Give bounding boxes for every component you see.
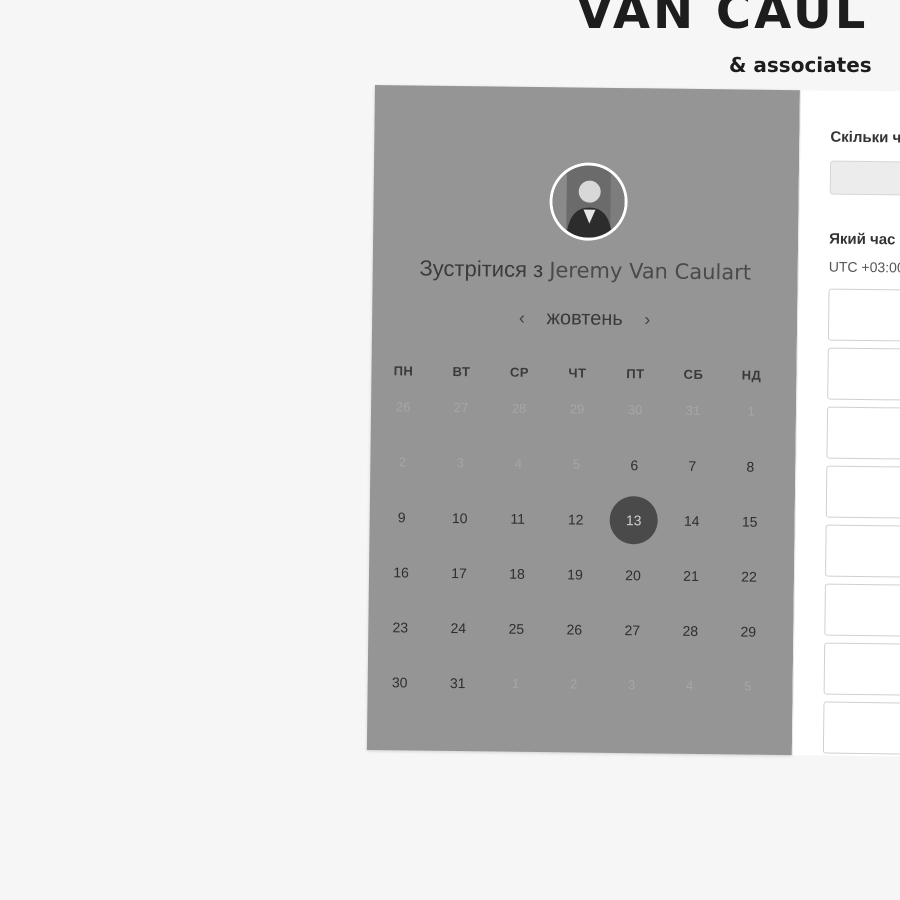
calendar-day: 5 [743, 678, 752, 694]
calendar-day: 5 [572, 456, 581, 472]
calendar-day: 3 [627, 677, 636, 693]
calendar-day[interactable]: 8 [726, 442, 775, 491]
meeting-title-prefix: Зустрітися з [419, 255, 544, 283]
calendar-day: 3 [456, 455, 465, 471]
calendar-day[interactable]: 11 [493, 494, 542, 543]
calendar-day[interactable]: 12 [551, 495, 600, 544]
calendar-day[interactable]: 30 [375, 658, 424, 707]
calendar-day: 2 [398, 454, 407, 470]
calendar-day: 28 [511, 400, 527, 416]
duration-question: Скільки ч [830, 128, 900, 147]
calendar-day[interactable]: 9 [377, 493, 426, 542]
calendar-grid: 26 27 28 29 30 31 1 2 3 4 5 6 7 8 9 10 11 12 13 14 15 16 17 18 1… [367, 399, 791, 752]
calendar-day[interactable]: 18 [493, 549, 542, 598]
calendar-day[interactable]: 15 [725, 497, 774, 546]
calendar-day[interactable]: 14 [667, 497, 716, 546]
calendar-day[interactable]: 21 [667, 552, 716, 601]
weekday-label: СБ [683, 366, 704, 383]
current-month: жовтень [546, 307, 623, 331]
time-slot[interactable] [826, 406, 900, 461]
calendar-day[interactable]: 29 [724, 607, 773, 656]
calendar-day[interactable]: 23 [376, 603, 425, 652]
time-slot[interactable] [822, 701, 900, 756]
time-slot[interactable] [827, 288, 900, 343]
brand-header: VAN CAUL & associates [0, 0, 900, 80]
month-navigation: ‹ жовтень › [372, 305, 797, 333]
time-slot[interactable] [825, 465, 900, 520]
calendar-day: 4 [685, 677, 694, 693]
calendar-day[interactable]: 31 [433, 659, 482, 708]
calendar-day: 26 [395, 399, 411, 415]
calendar-day: 31 [685, 402, 701, 418]
time-slot[interactable] [824, 583, 900, 638]
calendar-day[interactable]: 24 [434, 604, 483, 653]
calendar-day: 27 [453, 399, 469, 416]
timezone-label: UTC +03:00 [828, 258, 900, 276]
time-slot[interactable] [823, 642, 900, 697]
calendar-day: 29 [569, 401, 585, 417]
calendar-day: 30 [627, 402, 643, 418]
calendar-day[interactable]: 10 [435, 494, 484, 543]
calendar-day: 1 [511, 675, 520, 691]
calendar-day[interactable]: 28 [666, 607, 715, 656]
duration-select[interactable] [829, 160, 900, 197]
weekday-label: ЧТ [568, 365, 587, 381]
weekday-label: ВТ [452, 363, 471, 380]
brand-tagline: & associates [729, 53, 872, 77]
calendar-day[interactable]: 17 [435, 549, 484, 598]
calendar-day[interactable]: 25 [492, 604, 541, 653]
calendar-day: 2 [569, 676, 578, 692]
calendar-day[interactable]: 20 [609, 551, 658, 600]
brand-logo-text: VAN CAUL [576, 0, 869, 40]
calendar-day[interactable]: 7 [668, 442, 717, 491]
booking-widget: Зустрітися з Jeremy Van Caulart ‹ жовтен… [366, 85, 900, 757]
weekday-header: ПН ВТ СР ЧТ ПТ СБ НД [371, 363, 791, 388]
weekday-label: ПТ [626, 366, 645, 382]
time-slot[interactable] [827, 347, 900, 402]
meeting-title: Зустрітися з Jeremy Van Caulart [373, 255, 798, 286]
calendar-day: 4 [514, 455, 523, 471]
weekday-label: ПН [393, 363, 414, 379]
calendar-day-selected[interactable]: 13 [609, 495, 658, 545]
host-name: Jeremy Van Caulart [549, 258, 752, 285]
calendar-day[interactable]: 27 [608, 606, 657, 655]
calendar-panel: Зустрітися з Jeremy Van Caulart ‹ жовтен… [366, 85, 800, 756]
booking-form-panel: Скільки ч Який час UTC +03:00 [791, 90, 900, 757]
chevron-left-icon[interactable]: ‹ [507, 308, 537, 329]
weekday-label: СР [509, 364, 530, 380]
calendar-day[interactable]: 26 [550, 605, 599, 654]
calendar-day[interactable]: 16 [377, 548, 426, 597]
chevron-right-icon[interactable]: › [632, 309, 662, 330]
calendar-day[interactable]: 19 [551, 550, 600, 599]
calendar-day: 1 [747, 403, 755, 419]
time-question: Який час [829, 230, 896, 249]
host-avatar [549, 162, 629, 242]
calendar-day[interactable]: 22 [725, 552, 774, 601]
time-slot[interactable] [825, 524, 900, 579]
weekday-label: НД [741, 367, 762, 383]
calendar-day[interactable]: 6 [610, 441, 659, 490]
